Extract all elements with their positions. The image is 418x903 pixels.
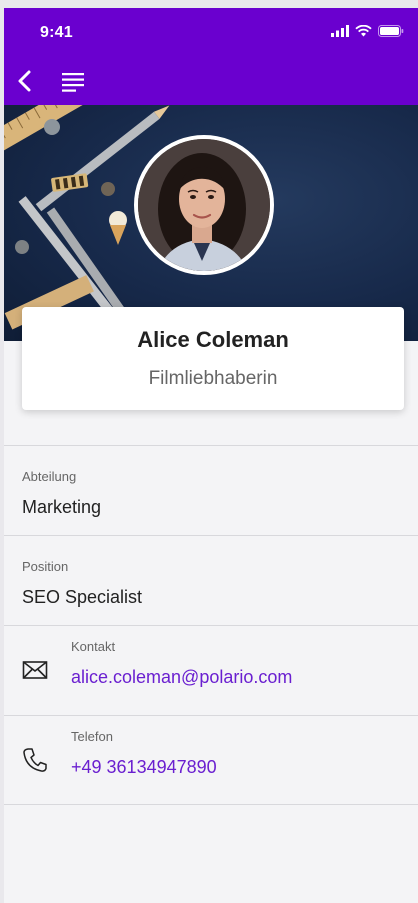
wifi-icon bbox=[355, 25, 372, 37]
detail-value: SEO Specialist bbox=[22, 587, 143, 607]
detail-label: Telefon bbox=[71, 729, 113, 744]
details-list: Abteilung Marketing Position SEO Special… bbox=[4, 445, 418, 805]
detail-row-position: Position SEO Specialist bbox=[4, 535, 418, 625]
detail-label: Position bbox=[22, 559, 69, 574]
detail-label: Kontakt bbox=[71, 639, 116, 654]
menu-icon[interactable] bbox=[60, 69, 86, 93]
avatar bbox=[134, 135, 274, 275]
detail-row-contact[interactable]: Kontakt alice.coleman@polario.com bbox=[4, 625, 418, 715]
phone-link[interactable]: +49 36134947890 bbox=[71, 757, 217, 778]
detail-label: Abteilung bbox=[22, 469, 77, 484]
profile-name: Alice Coleman bbox=[137, 327, 289, 352]
status-time: 9:41 bbox=[40, 24, 73, 41]
battery-icon bbox=[378, 25, 404, 37]
status-icons bbox=[331, 25, 404, 37]
app-screen: 9:41 Alice Coleman Filmliebhaberin Abtei… bbox=[4, 8, 418, 903]
profile-subtitle: Filmliebhaberin bbox=[148, 368, 278, 389]
back-button[interactable] bbox=[12, 67, 40, 95]
profile-cover bbox=[4, 105, 418, 341]
detail-row-department: Abteilung Marketing bbox=[4, 445, 418, 535]
mail-icon bbox=[22, 661, 48, 679]
signal-icon bbox=[331, 25, 349, 37]
detail-value: Marketing bbox=[22, 497, 102, 517]
phone-icon bbox=[23, 748, 47, 772]
profile-card: Alice Coleman Filmliebhaberin bbox=[22, 307, 404, 410]
nav-bar bbox=[4, 63, 418, 103]
email-link[interactable]: alice.coleman@polario.com bbox=[71, 667, 292, 688]
header-bar: 9:41 bbox=[4, 8, 418, 105]
detail-row-phone[interactable]: Telefon +49 36134947890 bbox=[4, 715, 418, 805]
